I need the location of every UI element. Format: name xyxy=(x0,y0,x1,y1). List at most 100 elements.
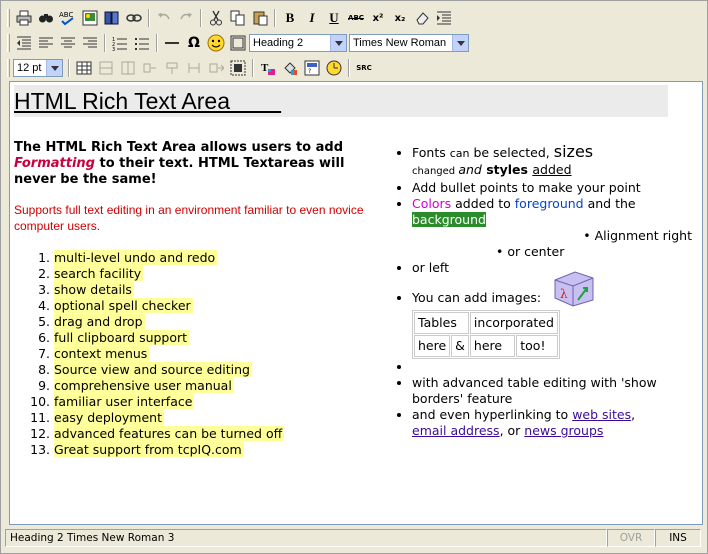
separator xyxy=(148,9,150,27)
italic-button[interactable]: I xyxy=(301,7,323,29)
font-select[interactable]: Times New Roman xyxy=(349,34,469,52)
list-item: Colors added to foreground and the backg… xyxy=(412,196,692,228)
block-indent-button[interactable] xyxy=(433,7,455,29)
omega-icon: Ω xyxy=(188,35,200,51)
cut-button[interactable] xyxy=(205,7,227,29)
print-icon xyxy=(16,10,32,26)
superscript-button[interactable]: x² xyxy=(367,7,389,29)
horizontal-rule-button[interactable] xyxy=(161,32,183,54)
numbered-list-button[interactable]: 123 xyxy=(109,32,131,54)
list-item: full clipboard support xyxy=(54,330,374,346)
paste-button[interactable] xyxy=(249,7,271,29)
email-address-link[interactable]: email address xyxy=(412,423,500,438)
form-icon: ? xyxy=(304,60,320,76)
size-select[interactable]: 12 pt xyxy=(13,59,63,77)
table-col-button[interactable] xyxy=(117,57,139,79)
print-button[interactable] xyxy=(13,7,35,29)
copy-icon xyxy=(230,10,245,26)
find-icon xyxy=(39,14,53,23)
align-right-button[interactable] xyxy=(79,32,101,54)
text-color-button[interactable]: T xyxy=(257,57,279,79)
web-sites-link[interactable]: web sites xyxy=(572,407,631,422)
bullet-list-button[interactable] xyxy=(131,32,153,54)
special-char-button[interactable]: Ω xyxy=(183,32,205,54)
emoticon-button[interactable] xyxy=(205,32,227,54)
separator xyxy=(252,59,254,77)
insert-table-button[interactable] xyxy=(73,57,95,79)
spell-check-button[interactable]: ABC xyxy=(57,7,79,29)
news-groups-link[interactable]: news groups xyxy=(524,423,603,438)
numbered-list-icon: 123 xyxy=(112,37,127,51)
undo-icon xyxy=(158,13,170,20)
list-item: Source view and source editing xyxy=(54,362,374,378)
style-select[interactable]: Heading 2 xyxy=(249,34,347,52)
clock-icon xyxy=(326,60,342,76)
date-time-button[interactable] xyxy=(323,57,345,79)
list-item: Fonts can be selected, sizes changed and… xyxy=(412,144,692,180)
svg-text:ABC: ABC xyxy=(59,11,73,19)
frame-icon xyxy=(230,35,246,51)
table-cell-button[interactable] xyxy=(139,57,161,79)
source-view-button[interactable]: SRC xyxy=(353,57,375,79)
bold-icon: B xyxy=(285,10,295,25)
dice-image-icon: λ xyxy=(554,271,594,307)
eraser-icon xyxy=(416,12,429,25)
svg-text:T: T xyxy=(261,62,269,74)
subscript-button[interactable]: x₂ xyxy=(389,7,411,29)
toolbar-grip[interactable] xyxy=(7,34,10,52)
redo-icon xyxy=(180,13,192,20)
separator xyxy=(274,9,276,27)
borders-icon xyxy=(230,60,246,76)
capability-list-2: or left You can add images: λ Tablesinco… xyxy=(392,260,692,439)
list-item: search facility xyxy=(54,266,374,282)
form-button[interactable]: ? xyxy=(301,57,323,79)
spell-check-icon: ABC xyxy=(59,11,74,26)
support-paragraph: Supports full text editing in an environ… xyxy=(14,203,364,233)
align-left-button[interactable] xyxy=(35,32,57,54)
table-icon xyxy=(76,61,92,75)
image-icon xyxy=(82,10,98,26)
fill-color-button[interactable] xyxy=(279,57,301,79)
separator xyxy=(200,9,202,27)
table-split-button[interactable] xyxy=(161,57,183,79)
table-delete-icon xyxy=(209,63,224,73)
strikethrough-button[interactable]: ABC xyxy=(345,7,367,29)
show-borders-button[interactable] xyxy=(227,57,249,79)
redo-button[interactable] xyxy=(175,7,197,29)
list-item: show details xyxy=(54,282,374,298)
align-center-button[interactable] xyxy=(57,32,79,54)
hyperlink-button[interactable] xyxy=(123,7,145,29)
separator xyxy=(104,34,106,52)
dictionary-button[interactable] xyxy=(101,7,123,29)
bold-button[interactable]: B xyxy=(279,7,301,29)
link-icon xyxy=(126,14,142,22)
align-center-icon xyxy=(61,37,75,48)
find-button[interactable] xyxy=(35,7,57,29)
text-color-icon: T xyxy=(261,62,275,75)
toolbar-grip[interactable] xyxy=(7,59,10,77)
bullet-icon: • xyxy=(583,228,595,243)
underline-icon: U xyxy=(329,10,339,25)
intro-paragraph: The HTML Rich Text Area allows users to … xyxy=(14,140,345,187)
insert-image-button[interactable] xyxy=(79,7,101,29)
list-item: comprehensive user manual xyxy=(54,378,374,394)
table-row-button[interactable] xyxy=(95,57,117,79)
table-split-icon xyxy=(166,62,178,74)
editor-content[interactable]: HTML Rich Text Area The HTML Rich Text A… xyxy=(9,81,703,525)
frame-button[interactable] xyxy=(227,32,249,54)
chevron-down-icon xyxy=(452,35,468,51)
left-column: The HTML Rich Text Area allows users to … xyxy=(14,140,374,458)
copy-button[interactable] xyxy=(227,7,249,29)
undo-button[interactable] xyxy=(153,7,175,29)
underline-button[interactable]: U xyxy=(323,7,345,29)
list-item: and even hyperlinking to web sites, emai… xyxy=(412,407,692,439)
outdent-button[interactable] xyxy=(13,32,35,54)
subscript-icon: x₂ xyxy=(394,12,406,24)
remove-format-button[interactable] xyxy=(411,7,433,29)
table-merge-button[interactable] xyxy=(183,57,205,79)
fill-color-icon xyxy=(284,62,297,75)
toolbar-grip[interactable] xyxy=(7,9,10,27)
superscript-icon: x² xyxy=(372,12,384,24)
italic-icon: I xyxy=(309,10,315,25)
table-delete-button[interactable] xyxy=(205,57,227,79)
